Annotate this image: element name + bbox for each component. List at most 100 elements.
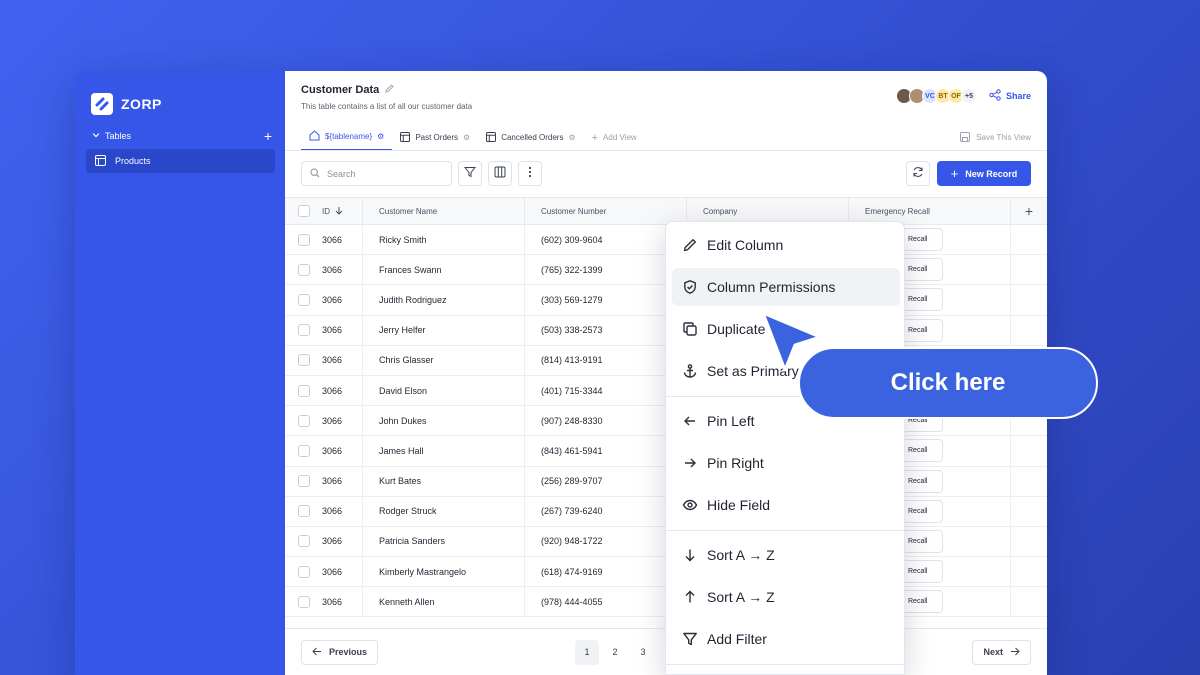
cell-id: 3066 [322,234,343,245]
refresh-button[interactable] [906,161,930,186]
row-checkbox[interactable] [297,233,310,246]
column-context-menu: Edit Column Column Permissions Duplicate… [665,221,905,675]
column-header-id[interactable]: ID [322,206,362,217]
menu-item-add-filter[interactable]: Add Filter [672,620,900,658]
empty-cell [1010,315,1047,345]
share-button[interactable]: Share [989,89,1031,103]
gear-icon[interactable]: ⚙ [463,133,470,142]
tables-section-header[interactable]: Tables + [92,129,272,143]
arrow-up-icon [685,590,695,603]
arrow-left-icon [312,647,322,658]
cell-customer-name: David Elson [362,375,524,406]
menu-item-edit-column[interactable]: Edit Column [672,226,900,264]
row-select-cell [285,565,322,578]
tab-past-orders[interactable]: Past Orders ⚙ [392,124,478,151]
menu-item-sort-descending[interactable]: Sort A → Z [672,578,900,616]
logo-text: ZORP [121,96,162,112]
row-select-cell [285,293,322,306]
cell-id: 3066 [322,385,343,396]
cell-customer-name: Kurt Bates [362,466,524,496]
row-checkbox[interactable] [297,354,310,367]
save-view-label: Save This View [976,133,1031,142]
row-checkbox[interactable] [297,535,310,548]
collaborator-avatars[interactable]: VC BT OF +5 [895,88,977,104]
page-subtitle: This table contains a list of all our cu… [301,102,473,111]
row-select-cell [285,263,322,276]
cell-id: 3066 [322,596,343,607]
cell-customer-number: (602) 309-9604 [524,225,686,255]
column-header-label: Customer Number [541,206,607,216]
next-button[interactable]: Next [972,639,1031,665]
columns-button[interactable] [488,161,512,186]
cell-customer-name: Judith Rodriguez [362,285,524,315]
menu-item-sort-ascending[interactable]: Sort A → Z [672,536,900,574]
sidebar-item-products[interactable]: Products [86,149,275,173]
row-checkbox[interactable] [297,595,310,608]
row-checkbox[interactable] [297,263,310,276]
new-record-button[interactable]: + New Record [937,161,1031,186]
search-input[interactable]: Search [301,161,452,186]
column-header-customer-name[interactable]: Customer Name [362,198,524,224]
row-select-cell [285,595,322,608]
save-view-button[interactable]: Save This View [960,131,1031,144]
edit-title-icon[interactable] [385,84,394,96]
logo[interactable]: ZORP [91,93,162,115]
add-view-button[interactable]: + Add View [584,124,645,151]
gear-icon[interactable]: ⚙ [377,132,384,141]
sidebar-item-label: Products [115,156,151,166]
select-all-checkbox[interactable] [297,205,310,217]
recall-label: Recall [908,326,928,334]
tab-tablename[interactable]: ${tablename} ⚙ [301,124,393,151]
cell-customer-number: (401) 715-3344 [524,375,686,406]
menu-item-hide-field[interactable]: Hide Field [672,486,900,524]
row-checkbox[interactable] [297,324,310,337]
cell-id: 3066 [322,506,343,517]
column-header-label: Emergency Recall [865,206,930,216]
row-checkbox[interactable] [297,444,310,457]
more-options-button[interactable] [518,161,542,186]
previous-label: Previous [329,647,368,657]
gear-icon[interactable]: ⚙ [568,133,575,142]
row-select-cell [285,414,322,427]
arrow-left-icon [684,416,695,426]
add-view-label: Add View [603,133,637,142]
cell-id: 3066 [322,294,343,305]
previous-button[interactable]: Previous [301,639,379,665]
cell-customer-name: Rodger Struck [362,496,524,526]
row-checkbox[interactable] [297,565,310,578]
menu-item-label: Duplicate [707,321,766,337]
menu-item-column-permissions[interactable]: Column Permissions [672,268,900,306]
menu-item-pin-right[interactable]: Pin Right [672,444,900,482]
avatar-overflow-count: +5 [960,88,977,104]
page-title: Customer Data [301,84,394,96]
cell-customer-number: (503) 338-2573 [524,315,686,345]
column-header-customer-number[interactable]: Customer Number [524,198,686,224]
page-number[interactable]: 3 [631,640,655,665]
add-table-icon[interactable]: + [264,129,272,143]
sort-down-arrow-icon [335,206,343,217]
cell-id: 3066 [322,325,343,336]
table-icon [400,131,411,144]
cell-customer-name: Jerry Helfer [362,315,524,345]
row-select-cell [285,233,322,246]
cell-customer-name: James Hall [362,436,524,466]
row-checkbox[interactable] [297,414,310,427]
row-checkbox[interactable] [297,505,310,518]
menu-item-label: Column Permissions [707,279,836,295]
row-checkbox[interactable] [297,293,310,306]
page-number[interactable]: 2 [603,640,627,665]
sidebar: ZORP Tables + Products [75,71,285,675]
row-checkbox[interactable] [297,475,310,488]
menu-divider [666,664,904,665]
cell-id: 3066 [322,355,343,366]
filter-button[interactable] [458,161,482,186]
tab-cancelled-orders[interactable]: Cancelled Orders ⚙ [478,124,583,151]
anchor-icon [683,364,697,378]
menu-item-label: Sort A → Z [707,589,775,605]
cell-customer-number: (920) 948-1722 [524,526,686,557]
page-number-current[interactable]: 1 [575,639,600,665]
row-checkbox[interactable] [297,384,310,397]
row-select-cell [285,535,322,548]
add-column-button[interactable]: + [1010,198,1047,224]
recall-label: Recall [908,477,928,485]
